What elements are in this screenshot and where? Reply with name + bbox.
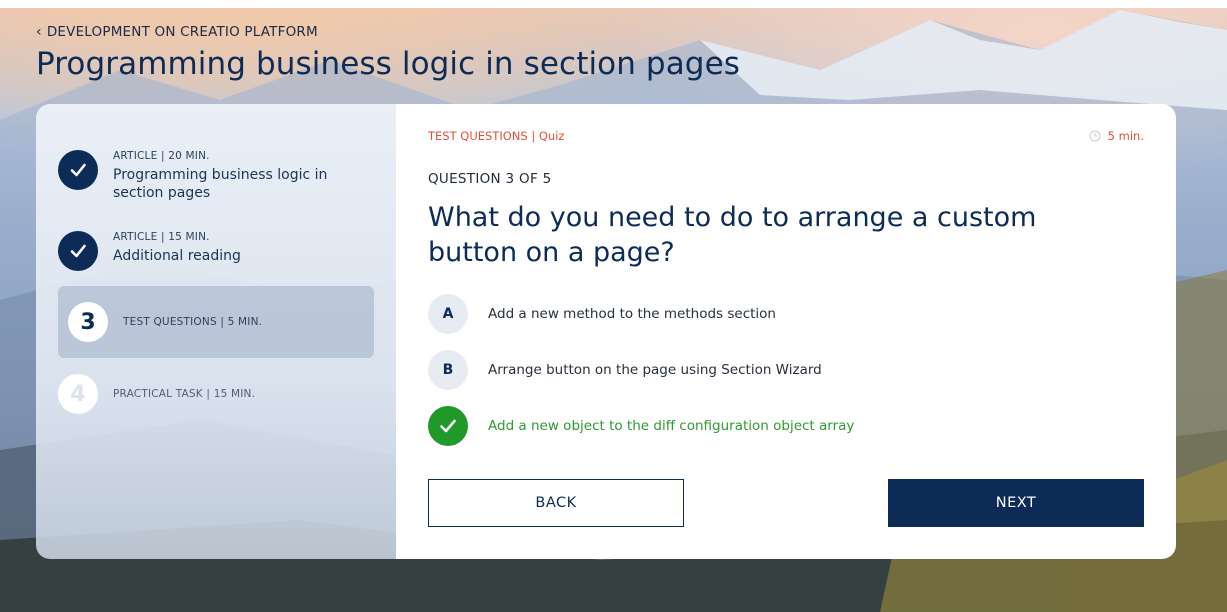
checkmark-icon xyxy=(428,406,468,446)
option-c-correct[interactable]: Add a new object to the diff configurati… xyxy=(428,406,854,446)
step-name: Additional reading xyxy=(113,248,241,264)
top-strip xyxy=(0,0,1227,8)
duration: 5 min. xyxy=(1089,129,1144,143)
question-number: QUESTION 3 OF 5 xyxy=(428,171,552,187)
option-text: Arrange button on the page using Section… xyxy=(488,362,822,378)
step-practical-task: 4 PRACTICAL TASK | 15 MIN. xyxy=(58,374,374,414)
back-button[interactable]: BACK xyxy=(428,479,684,527)
step-number: 4 xyxy=(58,374,98,414)
step-meta: PRACTICAL TASK | 15 MIN. xyxy=(113,388,256,400)
question-text: What do you need to do to arrange a cust… xyxy=(428,202,1037,268)
step-meta: ARTICLE | 20 MIN. xyxy=(113,150,210,162)
step-test-questions[interactable]: 3 TEST QUESTIONS | 5 MIN. xyxy=(58,286,374,358)
checkmark-icon xyxy=(58,231,98,271)
option-b[interactable]: B Arrange button on the page using Secti… xyxy=(428,350,822,390)
step-name: Programming business logic in section pa… xyxy=(113,167,328,201)
option-text: Add a new object to the diff configurati… xyxy=(488,418,855,434)
page-title: Programming business logic in section pa… xyxy=(36,46,741,82)
chevron-left-icon: ‹ xyxy=(36,24,42,40)
breadcrumb[interactable]: ‹ DEVELOPMENT ON CREATIO PLATFORM xyxy=(36,24,318,40)
duration-text: 5 min. xyxy=(1107,129,1144,143)
option-a[interactable]: A Add a new method to the methods sectio… xyxy=(428,294,776,334)
option-letter: B xyxy=(428,350,468,390)
step-article-1[interactable]: ARTICLE | 20 MIN. Programming business l… xyxy=(58,150,374,202)
breadcrumb-label: DEVELOPMENT ON CREATIO PLATFORM xyxy=(46,24,318,40)
option-letter: A xyxy=(428,294,468,334)
steps-sidebar: ARTICLE | 20 MIN. Programming business l… xyxy=(36,104,396,559)
course-card: ARTICLE | 20 MIN. Programming business l… xyxy=(36,104,1176,559)
checkmark-icon xyxy=(58,150,98,190)
next-button[interactable]: NEXT xyxy=(888,479,1144,527)
step-number: 3 xyxy=(68,302,108,342)
clock-icon xyxy=(1089,130,1101,142)
step-meta: TEST QUESTIONS | 5 MIN. xyxy=(123,316,263,328)
step-article-2[interactable]: ARTICLE | 15 MIN. Additional reading xyxy=(58,231,374,271)
step-meta: ARTICLE | 15 MIN. xyxy=(113,231,210,243)
quiz-panel: TEST QUESTIONS | Quiz 5 min. QUESTION 3 … xyxy=(396,104,1176,559)
option-text: Add a new method to the methods section xyxy=(488,306,776,322)
quiz-label: TEST QUESTIONS | Quiz xyxy=(428,129,565,143)
